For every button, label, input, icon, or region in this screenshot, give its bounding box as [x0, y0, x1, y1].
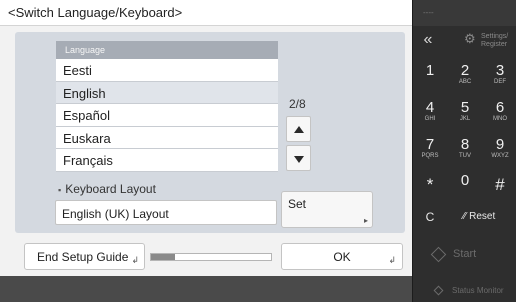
key-main-label: 6 — [495, 99, 505, 116]
status-monitor-label: Status Monitor — [452, 286, 504, 295]
gear-icon: ⚙ — [464, 31, 476, 46]
enter-icon: ↲ — [131, 255, 139, 265]
language-item-english[interactable]: English — [56, 81, 278, 104]
key-main-label: 8 — [460, 136, 470, 153]
start-label: Start — [453, 248, 477, 260]
key-star[interactable]: * — [413, 168, 447, 202]
key-sub-label: MNO — [493, 116, 507, 122]
triangle-up-icon — [294, 126, 304, 133]
keyboard-layout-label-text: Keyboard Layout — [65, 182, 156, 196]
triangle-down-icon — [294, 156, 304, 163]
language-item-espanol[interactable]: Español — [56, 104, 278, 127]
key-1[interactable]: 1 — [413, 58, 447, 92]
key-5[interactable]: 5 JKL — [448, 95, 482, 129]
bottom-strip — [0, 276, 412, 302]
ok-button-label: OK — [333, 250, 351, 264]
key-main-label: 7 — [425, 136, 435, 153]
key-sub-label: GHI — [424, 116, 436, 122]
key-main-label: # — [495, 175, 505, 194]
language-item-euskara[interactable]: Euskara — [56, 126, 278, 149]
key-hash[interactable]: # — [483, 168, 516, 202]
key-main-label: 1 — [425, 62, 435, 79]
title-bar: <Switch Language/Keyboard> — [0, 0, 412, 26]
language-item-francais[interactable]: Français — [56, 149, 278, 172]
key-6[interactable]: 6 MNO — [483, 95, 516, 129]
key-sub-label: DEF — [494, 79, 506, 85]
corner-arrow-icon: ▸ — [363, 216, 368, 225]
enter-icon: ↲ — [388, 255, 396, 265]
key-sub-label: WXYZ — [491, 153, 509, 159]
key-sub-label: JKL — [459, 116, 471, 122]
key-7[interactable]: 7 PQRS — [413, 132, 447, 166]
key-main-label: 0 — [460, 172, 470, 189]
keypad-top-indicator: ---- — [423, 8, 434, 17]
scroll-down-button[interactable] — [286, 145, 311, 171]
reset-icon: ⁄⁄ — [463, 211, 467, 222]
scroll-up-button[interactable] — [286, 116, 311, 142]
key-0[interactable]: 0 — [448, 168, 482, 202]
key-2[interactable]: 2 ABC — [448, 58, 482, 92]
set-button-label: Set — [288, 197, 307, 211]
keyboard-layout-label: ▪ Keyboard Layout — [58, 182, 156, 196]
ok-button[interactable]: OK ↲ — [281, 243, 403, 270]
key-main-label: 9 — [495, 136, 505, 153]
status-diamond-icon — [433, 285, 444, 296]
key-sub-label: ABC — [458, 79, 472, 85]
reset-label: Reset — [469, 211, 496, 222]
double-chevron-left-icon: « — [423, 31, 433, 48]
key-9[interactable]: 9 WXYZ — [483, 132, 516, 166]
reset-button[interactable]: ⁄⁄ Reset — [453, 203, 516, 231]
end-setup-guide-button[interactable]: End Setup Guide ↲ — [24, 243, 145, 270]
language-list-header: Language — [56, 41, 278, 59]
hardware-keypad: ---- « ⚙ Settings/ Register 1 2 ABC 3 DEF 4 GH… — [412, 0, 516, 302]
status-monitor-button[interactable]: Status Monitor — [413, 278, 516, 302]
setup-progress-bar — [150, 253, 272, 261]
start-button[interactable]: Start — [413, 234, 516, 274]
bullet-icon: ▪ — [58, 185, 62, 195]
end-setup-guide-label: End Setup Guide — [37, 250, 129, 264]
language-item-eesti[interactable]: Eesti — [56, 59, 278, 82]
key-sub-label: TUV — [459, 153, 471, 159]
key-main-label: 4 — [425, 99, 435, 116]
back-button[interactable]: « — [413, 28, 443, 54]
key-3[interactable]: 3 DEF — [483, 58, 516, 92]
setup-progress-fill — [151, 254, 175, 260]
settings-register-line2: Register — [481, 41, 508, 48]
page-indicator: 2/8 — [289, 97, 306, 111]
key-main-label: * — [426, 175, 434, 194]
key-8[interactable]: 8 TUV — [448, 132, 482, 166]
key-main-label: 5 — [460, 99, 470, 116]
key-4[interactable]: 4 GHI — [413, 95, 447, 129]
page-title: <Switch Language/Keyboard> — [8, 5, 183, 20]
key-main-label: 3 — [495, 62, 505, 79]
keypad-top-bar: ---- — [413, 0, 516, 26]
key-sub-label: PQRS — [421, 153, 439, 159]
settings-register-button[interactable]: ⚙ Settings/ Register — [444, 28, 516, 54]
keyboard-layout-value: English (UK) Layout — [55, 200, 277, 225]
clear-button[interactable]: C — [413, 203, 447, 231]
language-list: Language Eesti English Español Euskara F… — [56, 41, 278, 172]
main-screen: <Switch Language/Keyboard> Language Eest… — [0, 0, 412, 276]
settings-register-line1: Settings/ — [481, 33, 509, 40]
key-main-label: 2 — [460, 62, 470, 79]
set-button[interactable]: Set ▸ — [281, 191, 373, 228]
start-diamond-icon — [430, 246, 447, 263]
